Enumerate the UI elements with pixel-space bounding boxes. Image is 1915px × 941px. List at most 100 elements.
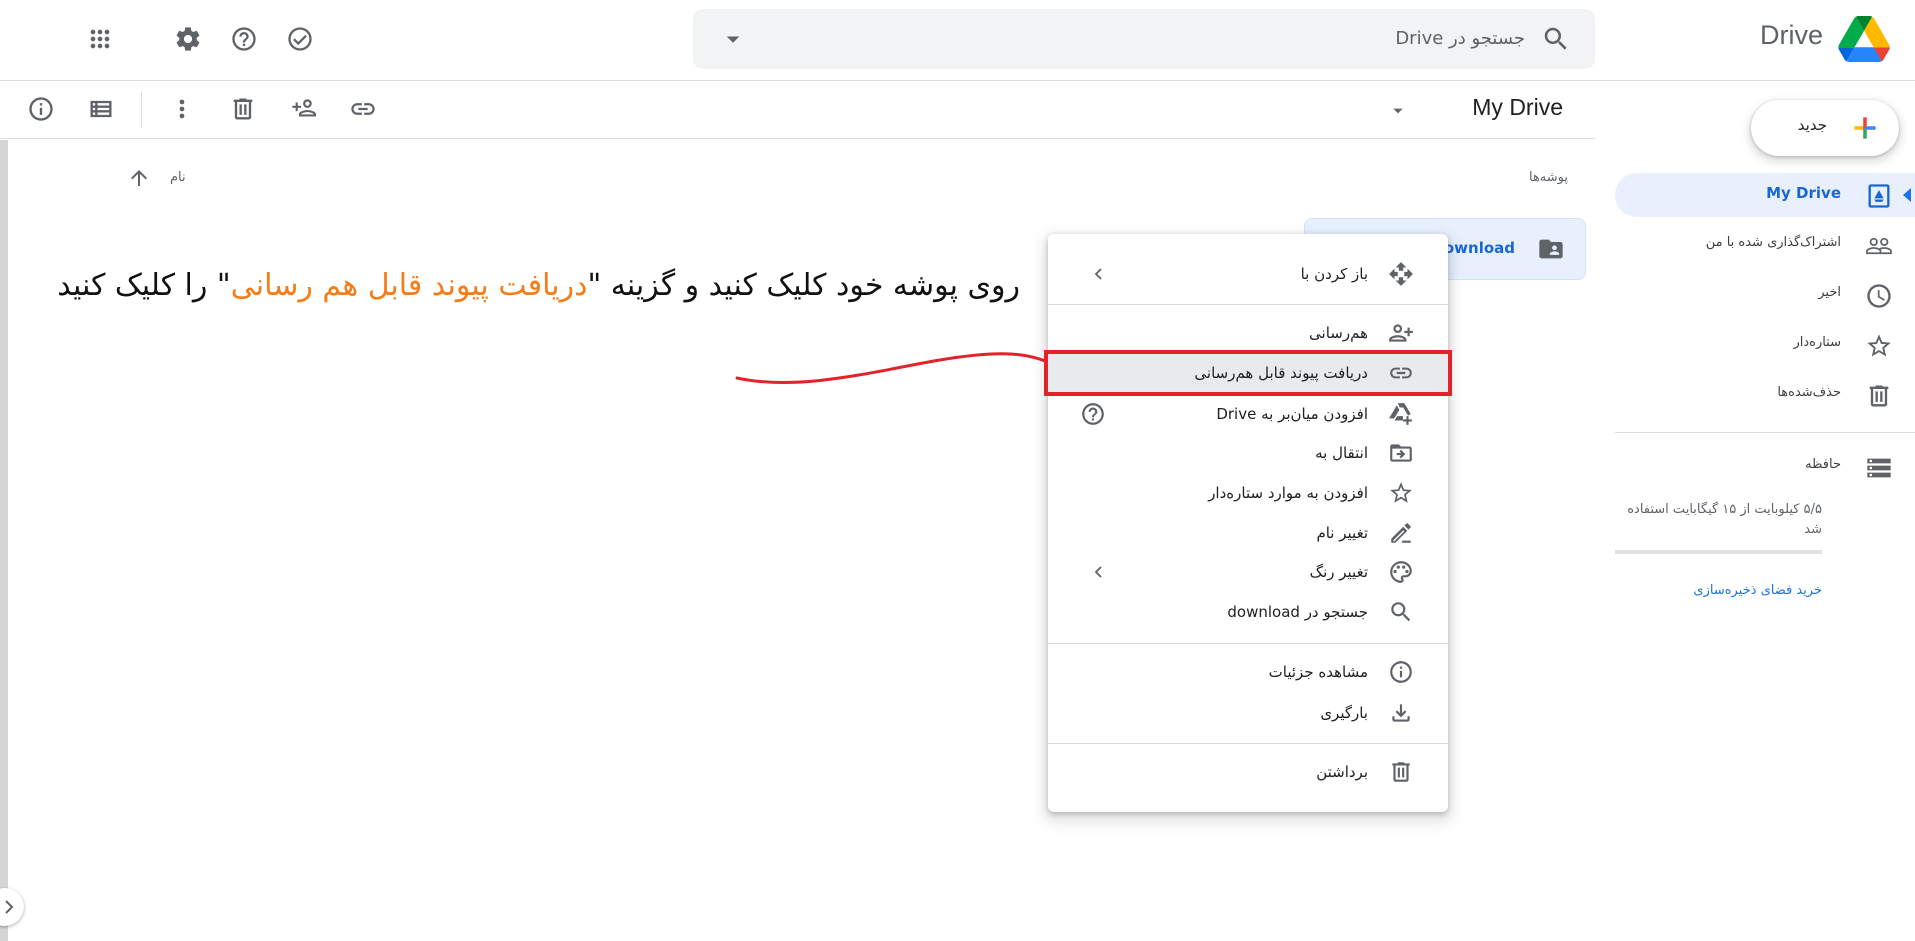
context-menu: باز کردن با هم‌رسانی دریافت پیوند قابل ه…	[1044, 234, 1452, 812]
sort-by-name-label[interactable]: نام	[170, 170, 186, 185]
storage-usage-bar	[1615, 550, 1822, 554]
sidebar-item-label: حافظه	[1805, 457, 1841, 472]
sidebar-item-starred[interactable]: ستاره‌دار	[1615, 323, 1915, 367]
annotation-highlight: دریافت پیوند قابل هم رسانی	[230, 268, 588, 303]
menu-divider	[1048, 743, 1448, 744]
left-edge-strip	[0, 140, 8, 941]
menu-item-label: دریافت پیوند قابل هم‌رسانی	[1194, 364, 1368, 382]
new-button-label: جدید	[1797, 116, 1827, 134]
menu-item-label: افزودن میان‌بر به Drive	[1216, 405, 1368, 423]
menu-item-search-in-folder[interactable]: جستجو در download	[1048, 593, 1448, 631]
rename-icon	[1388, 520, 1414, 546]
menu-item-label: انتقال به	[1315, 444, 1368, 462]
info-icon[interactable]	[19, 87, 63, 131]
menu-item-label: باز کردن با	[1300, 265, 1368, 283]
help-icon[interactable]	[1080, 401, 1106, 427]
tutorial-annotation: روی پوشه خود کلیک کنید و گزینه "دریافت پ…	[57, 268, 1020, 303]
trash-icon	[1388, 759, 1414, 785]
chevron-down-icon[interactable]	[1391, 104, 1405, 118]
clock-icon	[1865, 282, 1893, 310]
link-icon	[1388, 360, 1414, 386]
annotation-text-start: روی پوشه خود کلیک کنید و گزینه "	[587, 268, 1020, 303]
sidebar-item-shared[interactable]: اشتراک‌گذاری شده با من	[1615, 223, 1915, 267]
search-input[interactable]: جستجو در Drive	[1395, 28, 1525, 49]
folders-heading: پوشه‌ها	[1528, 170, 1568, 185]
new-button[interactable]: جدید	[1751, 100, 1899, 156]
share-icon[interactable]	[281, 87, 325, 131]
menu-item-rename[interactable]: تغییر نام	[1048, 514, 1448, 552]
toolbar-divider	[141, 92, 142, 128]
menu-item-view-details[interactable]: مشاهده جزئیات	[1048, 653, 1448, 691]
side-panel-toggle-button[interactable]	[0, 888, 24, 926]
trash-icon	[1865, 382, 1893, 410]
sidebar-divider	[1615, 432, 1915, 433]
move-to-folder-icon	[1388, 440, 1414, 466]
add-shortcut-icon	[1388, 401, 1414, 427]
menu-item-remove[interactable]: برداشتن	[1048, 753, 1448, 791]
settings-gear-icon[interactable]	[166, 17, 210, 61]
sidebar-item-storage[interactable]: حافظه	[1615, 445, 1915, 489]
menu-item-move-to[interactable]: انتقال به	[1048, 434, 1448, 472]
more-vert-icon[interactable]	[160, 87, 204, 131]
menu-item-change-color[interactable]: تغییر رنگ	[1048, 553, 1448, 591]
drive-logo[interactable]	[1838, 16, 1890, 62]
menu-item-download[interactable]: بارگیری	[1048, 694, 1448, 732]
menu-item-label: مشاهده جزئیات	[1268, 663, 1368, 681]
menu-item-label: بارگیری	[1320, 704, 1368, 722]
search-bar[interactable]: جستجو در Drive	[693, 9, 1595, 69]
menu-item-label: جستجو در download	[1227, 603, 1368, 621]
page-title[interactable]: My Drive	[1472, 94, 1563, 121]
search-options-caret-icon[interactable]	[718, 24, 748, 54]
chevron-left-icon	[1094, 566, 1104, 578]
menu-divider	[1048, 304, 1448, 305]
arrow-up-icon[interactable]	[127, 166, 151, 190]
menu-item-label: افزودن به موارد ستاره‌دار	[1208, 484, 1368, 502]
shared-folder-icon	[1537, 235, 1565, 263]
sidebar-item-label: My Drive	[1766, 184, 1841, 202]
sidebar-item-recent[interactable]: اخیر	[1615, 273, 1915, 317]
drive-icon	[1865, 182, 1893, 210]
menu-item-add-starred[interactable]: افزودن به موارد ستاره‌دار	[1048, 474, 1448, 512]
sidebar-item-my-drive[interactable]: My Drive	[1615, 173, 1915, 217]
list-view-icon[interactable]	[79, 87, 123, 131]
menu-divider	[1048, 643, 1448, 644]
download-icon	[1388, 700, 1414, 726]
ready-for-offline-icon[interactable]	[278, 17, 322, 61]
menu-item-label: تغییر رنگ	[1309, 563, 1368, 581]
people-icon	[1865, 232, 1893, 260]
search-icon	[1388, 599, 1414, 625]
sidebar-item-label: حذف‌شده‌ها	[1777, 385, 1841, 400]
search-icon[interactable]	[1541, 24, 1571, 54]
storage-usage-text: ۵/۵ کیلوبایت از ۱۵ گیگابایت استفاده شد	[1627, 502, 1822, 537]
info-icon	[1388, 659, 1414, 685]
sidebar-item-trash[interactable]: حذف‌شده‌ها	[1615, 373, 1915, 417]
help-icon[interactable]	[222, 17, 266, 61]
apps-grid-icon[interactable]	[78, 17, 122, 61]
buy-storage-link[interactable]: خرید فضای ذخیره‌سازی	[1615, 583, 1822, 598]
chevron-left-icon	[1094, 268, 1104, 280]
star-icon	[1388, 480, 1414, 506]
sidebar-item-label: اخیر	[1818, 285, 1841, 300]
menu-item-label: تغییر نام	[1316, 524, 1368, 542]
top-header: Drive جستجو در Drive	[0, 0, 1915, 81]
star-icon	[1865, 332, 1893, 360]
annotation-text-end: " را کلیک کنید	[57, 268, 231, 303]
menu-item-label: برداشتن	[1316, 763, 1368, 781]
storage-icon	[1865, 454, 1893, 482]
share-icon	[1388, 320, 1414, 346]
toolbar: My Drive	[0, 80, 1595, 139]
menu-item-add-shortcut[interactable]: افزودن میان‌بر به Drive	[1048, 395, 1448, 433]
trash-icon[interactable]	[221, 87, 265, 131]
menu-item-label: هم‌رسانی	[1309, 324, 1368, 342]
get-link-icon[interactable]	[341, 87, 385, 131]
sidebar-item-label: ستاره‌دار	[1793, 335, 1841, 350]
sidebar-item-label: اشتراک‌گذاری شده با من	[1705, 235, 1841, 250]
caret-left-icon[interactable]	[1902, 188, 1912, 202]
palette-icon	[1388, 559, 1414, 585]
open-with-icon	[1388, 261, 1414, 287]
brand-name: Drive	[1759, 20, 1823, 50]
menu-item-open-with[interactable]: باز کردن با	[1048, 255, 1448, 293]
menu-item-get-link[interactable]: دریافت پیوند قابل هم‌رسانی	[1044, 350, 1452, 396]
menu-item-share[interactable]: هم‌رسانی	[1048, 314, 1448, 352]
plus-icon	[1849, 112, 1881, 144]
